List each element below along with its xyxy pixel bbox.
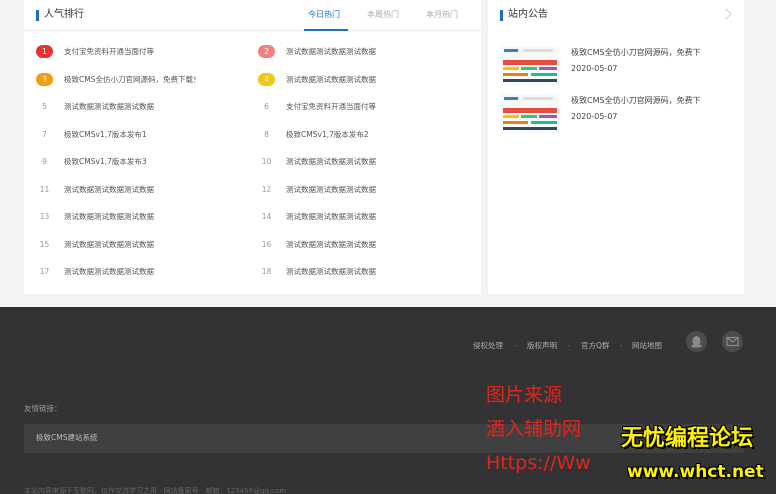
footer-link-copyright[interactable]: 版权声明: [527, 340, 557, 352]
rank-item[interactable]: 5 测试数据测试数据测试数据: [36, 97, 236, 117]
rank-item[interactable]: 8 极致CMSv1,7版本发布2: [258, 125, 458, 145]
rank-number: 13: [39, 212, 50, 221]
rank-number: 8: [264, 129, 269, 139]
rank-number: 14: [261, 212, 272, 221]
rank-number: 6: [264, 102, 269, 111]
footer-separator: -: [620, 341, 623, 350]
rank-item[interactable]: 18 测试数据测试数据测试数据: [258, 262, 458, 282]
chevron-right-icon[interactable]: [720, 8, 732, 20]
watermark-logo: 无忧编程论坛 www.whct.net: [621, 424, 773, 486]
rank-number: 9: [42, 157, 47, 166]
rank-number: 3: [36, 72, 53, 86]
rank-number: 1: [36, 45, 53, 58]
rank-item[interactable]: 6 支付宝免资料开通当面付等: [258, 97, 458, 117]
notice-item-date: 2020-05-07: [571, 64, 618, 73]
tab-week[interactable]: 本周热门: [367, 9, 399, 21]
rank-item[interactable]: 4 测试数据测试数据测试数据: [258, 70, 458, 90]
footer-link-infringement[interactable]: 侵权处理: [473, 340, 503, 352]
rank-item[interactable]: 2 测试数据测试数据测试数据: [258, 42, 458, 62]
rank-item[interactable]: 13 测试数据测试数据测试数据: [36, 207, 236, 227]
rank-item-title: 测试数据测试数据测试数据: [286, 184, 376, 194]
rank-item[interactable]: 15 测试数据测试数据测试数据: [36, 235, 236, 255]
footer-link-qq-group[interactable]: 官方Q群: [581, 340, 609, 352]
rank-number: 17: [39, 267, 50, 276]
rank-number: 4: [258, 72, 275, 86]
rank-item-title: 测试数据测试数据测试数据: [286, 267, 376, 276]
rank-number: 11: [39, 184, 50, 194]
notice-item[interactable]: 极致CMS全仿小刀官网源码，免费下 2020-05-07: [501, 94, 733, 134]
watermark-line2: 酒入辅助网: [486, 418, 582, 440]
rank-item[interactable]: 3 极致CMS全仿小刀官网源码，免费下载！: [36, 70, 236, 90]
watermark-line3: Https://Ww: [486, 452, 591, 474]
notice-item-date: 2020-05-07: [571, 112, 618, 121]
friend-links-label: 友情链接：: [24, 404, 62, 413]
rank-item-title: 测试数据测试数据测试数据: [286, 157, 376, 166]
rank-item-title: 测试数据测试数据测试数据: [64, 212, 154, 221]
notice-thumbnail: [501, 94, 559, 134]
friend-link-jizhicms[interactable]: 极致CMS建站系统: [36, 432, 97, 444]
rank-item-title: 支付宝免资料开通当面付等: [286, 102, 376, 111]
rank-item[interactable]: 10 测试数据测试数据测试数据: [258, 152, 458, 172]
rank-item[interactable]: 14 测试数据测试数据测试数据: [258, 207, 458, 227]
qq-icon[interactable]: [686, 331, 707, 352]
rank-item-title: 测试数据测试数据测试数据: [64, 267, 154, 276]
copyright-text: 本站内容来源于互联网，仅作交流学习之用 · 网站备案号 · 邮箱：123456@…: [24, 487, 287, 494]
notice-item-title: 极致CMS全仿小刀官网源码，免费下: [571, 48, 701, 57]
rank-item[interactable]: 11 测试数据测试数据测试数据: [36, 180, 236, 200]
rank-number: 2: [258, 45, 275, 58]
rank-item[interactable]: 16 测试数据测试数据测试数据: [258, 235, 458, 255]
tab-today[interactable]: 今日热门: [308, 9, 340, 21]
notice-item-title: 极致CMS全仿小刀官网源码，免费下: [571, 96, 701, 105]
title-accent-bar: [36, 10, 39, 21]
rank-item-title: 测试数据测试数据测试数据: [286, 239, 376, 249]
rank-item-title: 支付宝免资料开通当面付等: [64, 47, 154, 56]
watermark-logo-url: www.whct.net: [627, 462, 764, 482]
rank-item[interactable]: 12 测试数据测试数据测试数据: [258, 180, 458, 200]
mail-icon[interactable]: [722, 331, 743, 352]
footer-link-sitemap[interactable]: 网站地图: [632, 340, 662, 352]
rank-number: 16: [261, 239, 272, 249]
ranking-panel: 人气排行 今日热门 本周热门 本月热门 1 支付宝免资料开通当面付等 2 测试数据测试…: [24, 0, 481, 294]
rank-item-title: 极致CMSv1,7版本发布1: [64, 129, 147, 139]
rank-item[interactable]: 1 支付宝免资料开通当面付等: [36, 42, 236, 62]
rank-item-title: 极致CMSv1,7版本发布3: [64, 157, 147, 166]
footer-separator: -: [568, 341, 571, 350]
rank-item-title: 测试数据测试数据测试数据: [64, 102, 154, 111]
rank-item-title: 测试数据测试数据测试数据: [286, 212, 376, 221]
rank-item-title: 极致CMSv1,7版本发布2: [286, 129, 369, 139]
title-accent-bar: [500, 10, 503, 21]
rank-item[interactable]: 17 测试数据测试数据测试数据: [36, 262, 236, 282]
rank-number: 10: [261, 157, 272, 166]
notice-thumbnail: [501, 46, 559, 86]
rank-number: 5: [42, 102, 47, 111]
rank-item-title: 测试数据测试数据测试数据: [286, 74, 376, 84]
rank-number: 7: [42, 129, 47, 139]
rank-item[interactable]: 9 极致CMSv1,7版本发布3: [36, 152, 236, 172]
notice-panel: 站内公告 极致CMS全仿小刀官网源码，免费下 2020-05-07 极致CMS全…: [488, 0, 744, 294]
rank-number: 18: [261, 267, 272, 276]
ranking-title: 人气排行: [44, 9, 84, 20]
notice-title: 站内公告: [508, 9, 548, 20]
rank-item[interactable]: 7 极致CMSv1,7版本发布1: [36, 125, 236, 145]
rank-number: 12: [261, 184, 272, 194]
notice-item[interactable]: 极致CMS全仿小刀官网源码，免费下 2020-05-07: [501, 46, 733, 86]
footer-separator: -: [514, 341, 517, 350]
ranking-header: 人气排行 今日热门 本周热门 本月热门: [24, 0, 481, 31]
rank-number: 15: [39, 239, 50, 249]
tab-month[interactable]: 本月热门: [426, 9, 458, 21]
notice-header: 站内公告: [488, 0, 744, 31]
rank-item-title: 测试数据测试数据测试数据: [286, 47, 376, 56]
rank-item-title: 极致CMS全仿小刀官网源码，免费下载！: [64, 74, 201, 84]
active-tab-indicator: [304, 29, 348, 31]
rank-item-title: 测试数据测试数据测试数据: [64, 184, 154, 194]
rank-item-title: 测试数据测试数据测试数据: [64, 239, 154, 249]
watermark-line1: 图片来源: [486, 384, 563, 406]
watermark-logo-title: 无忧编程论坛: [621, 426, 754, 451]
